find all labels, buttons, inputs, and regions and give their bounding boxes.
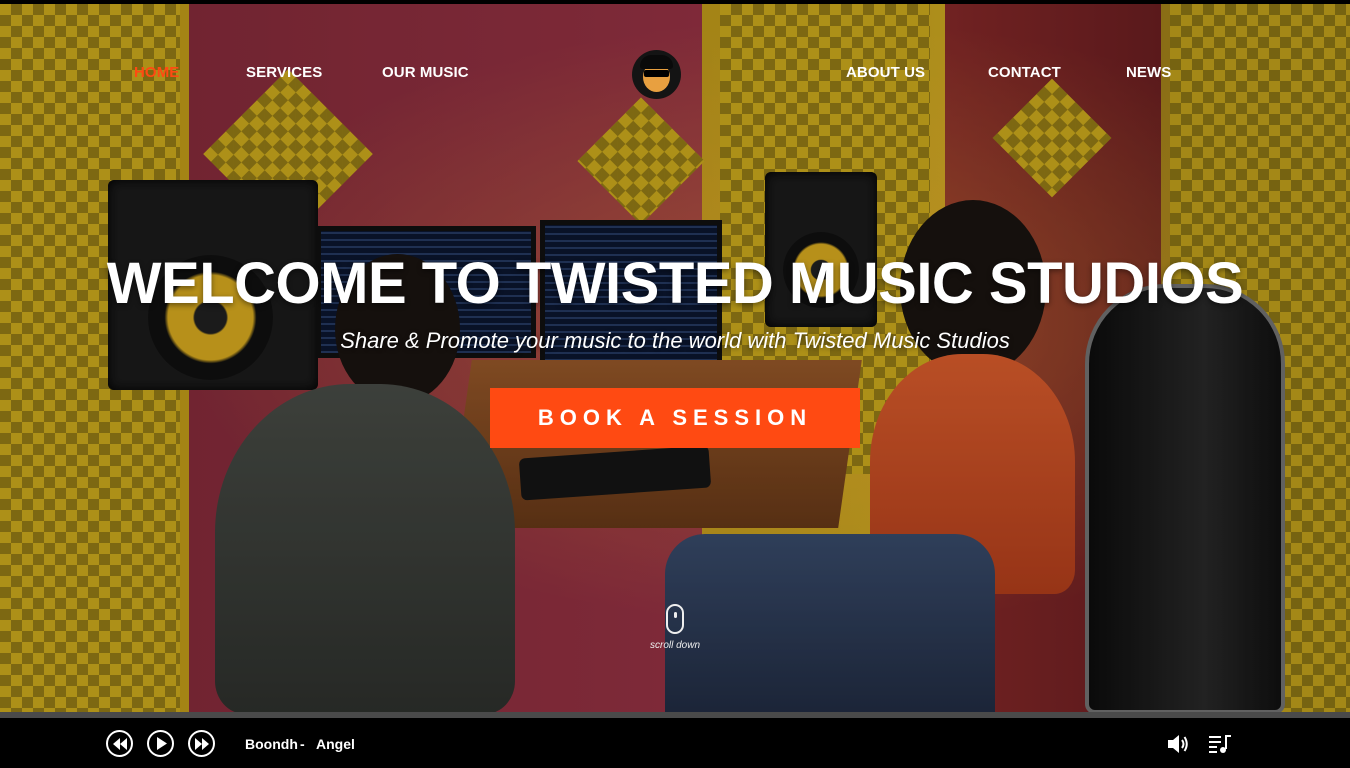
- volume-icon[interactable]: [1166, 732, 1190, 756]
- track-title: Angel: [316, 736, 355, 752]
- track-separator: -: [300, 736, 305, 752]
- playlist-icon[interactable]: [1208, 732, 1232, 756]
- track-artist: Boondh: [245, 736, 298, 752]
- nav-services[interactable]: SERVICES: [246, 64, 322, 81]
- mouse-icon: [666, 604, 684, 634]
- nav-our-music[interactable]: OUR MUSIC: [382, 64, 469, 81]
- studio-logo-icon[interactable]: [632, 50, 681, 99]
- nav-about-us[interactable]: ABOUT US: [846, 64, 925, 81]
- fast-forward-icon[interactable]: [188, 730, 215, 757]
- hero-title: WELCOME TO TWISTED MUSIC STUDIOS: [106, 251, 1244, 316]
- nav-news[interactable]: NEWS: [1126, 64, 1171, 81]
- nav-contact[interactable]: CONTACT: [988, 64, 1061, 81]
- play-icon[interactable]: [147, 730, 174, 757]
- music-player: Boondh - Angel: [0, 718, 1350, 768]
- scroll-down-indicator[interactable]: scroll down: [640, 604, 710, 651]
- rewind-icon[interactable]: [106, 730, 133, 757]
- scroll-down-label: scroll down: [649, 640, 701, 651]
- hero-subtitle: Share & Promote your music to the world …: [340, 328, 1010, 353]
- nav-home[interactable]: HOME: [134, 64, 179, 81]
- book-session-button[interactable]: BOOK A SESSION: [490, 388, 860, 448]
